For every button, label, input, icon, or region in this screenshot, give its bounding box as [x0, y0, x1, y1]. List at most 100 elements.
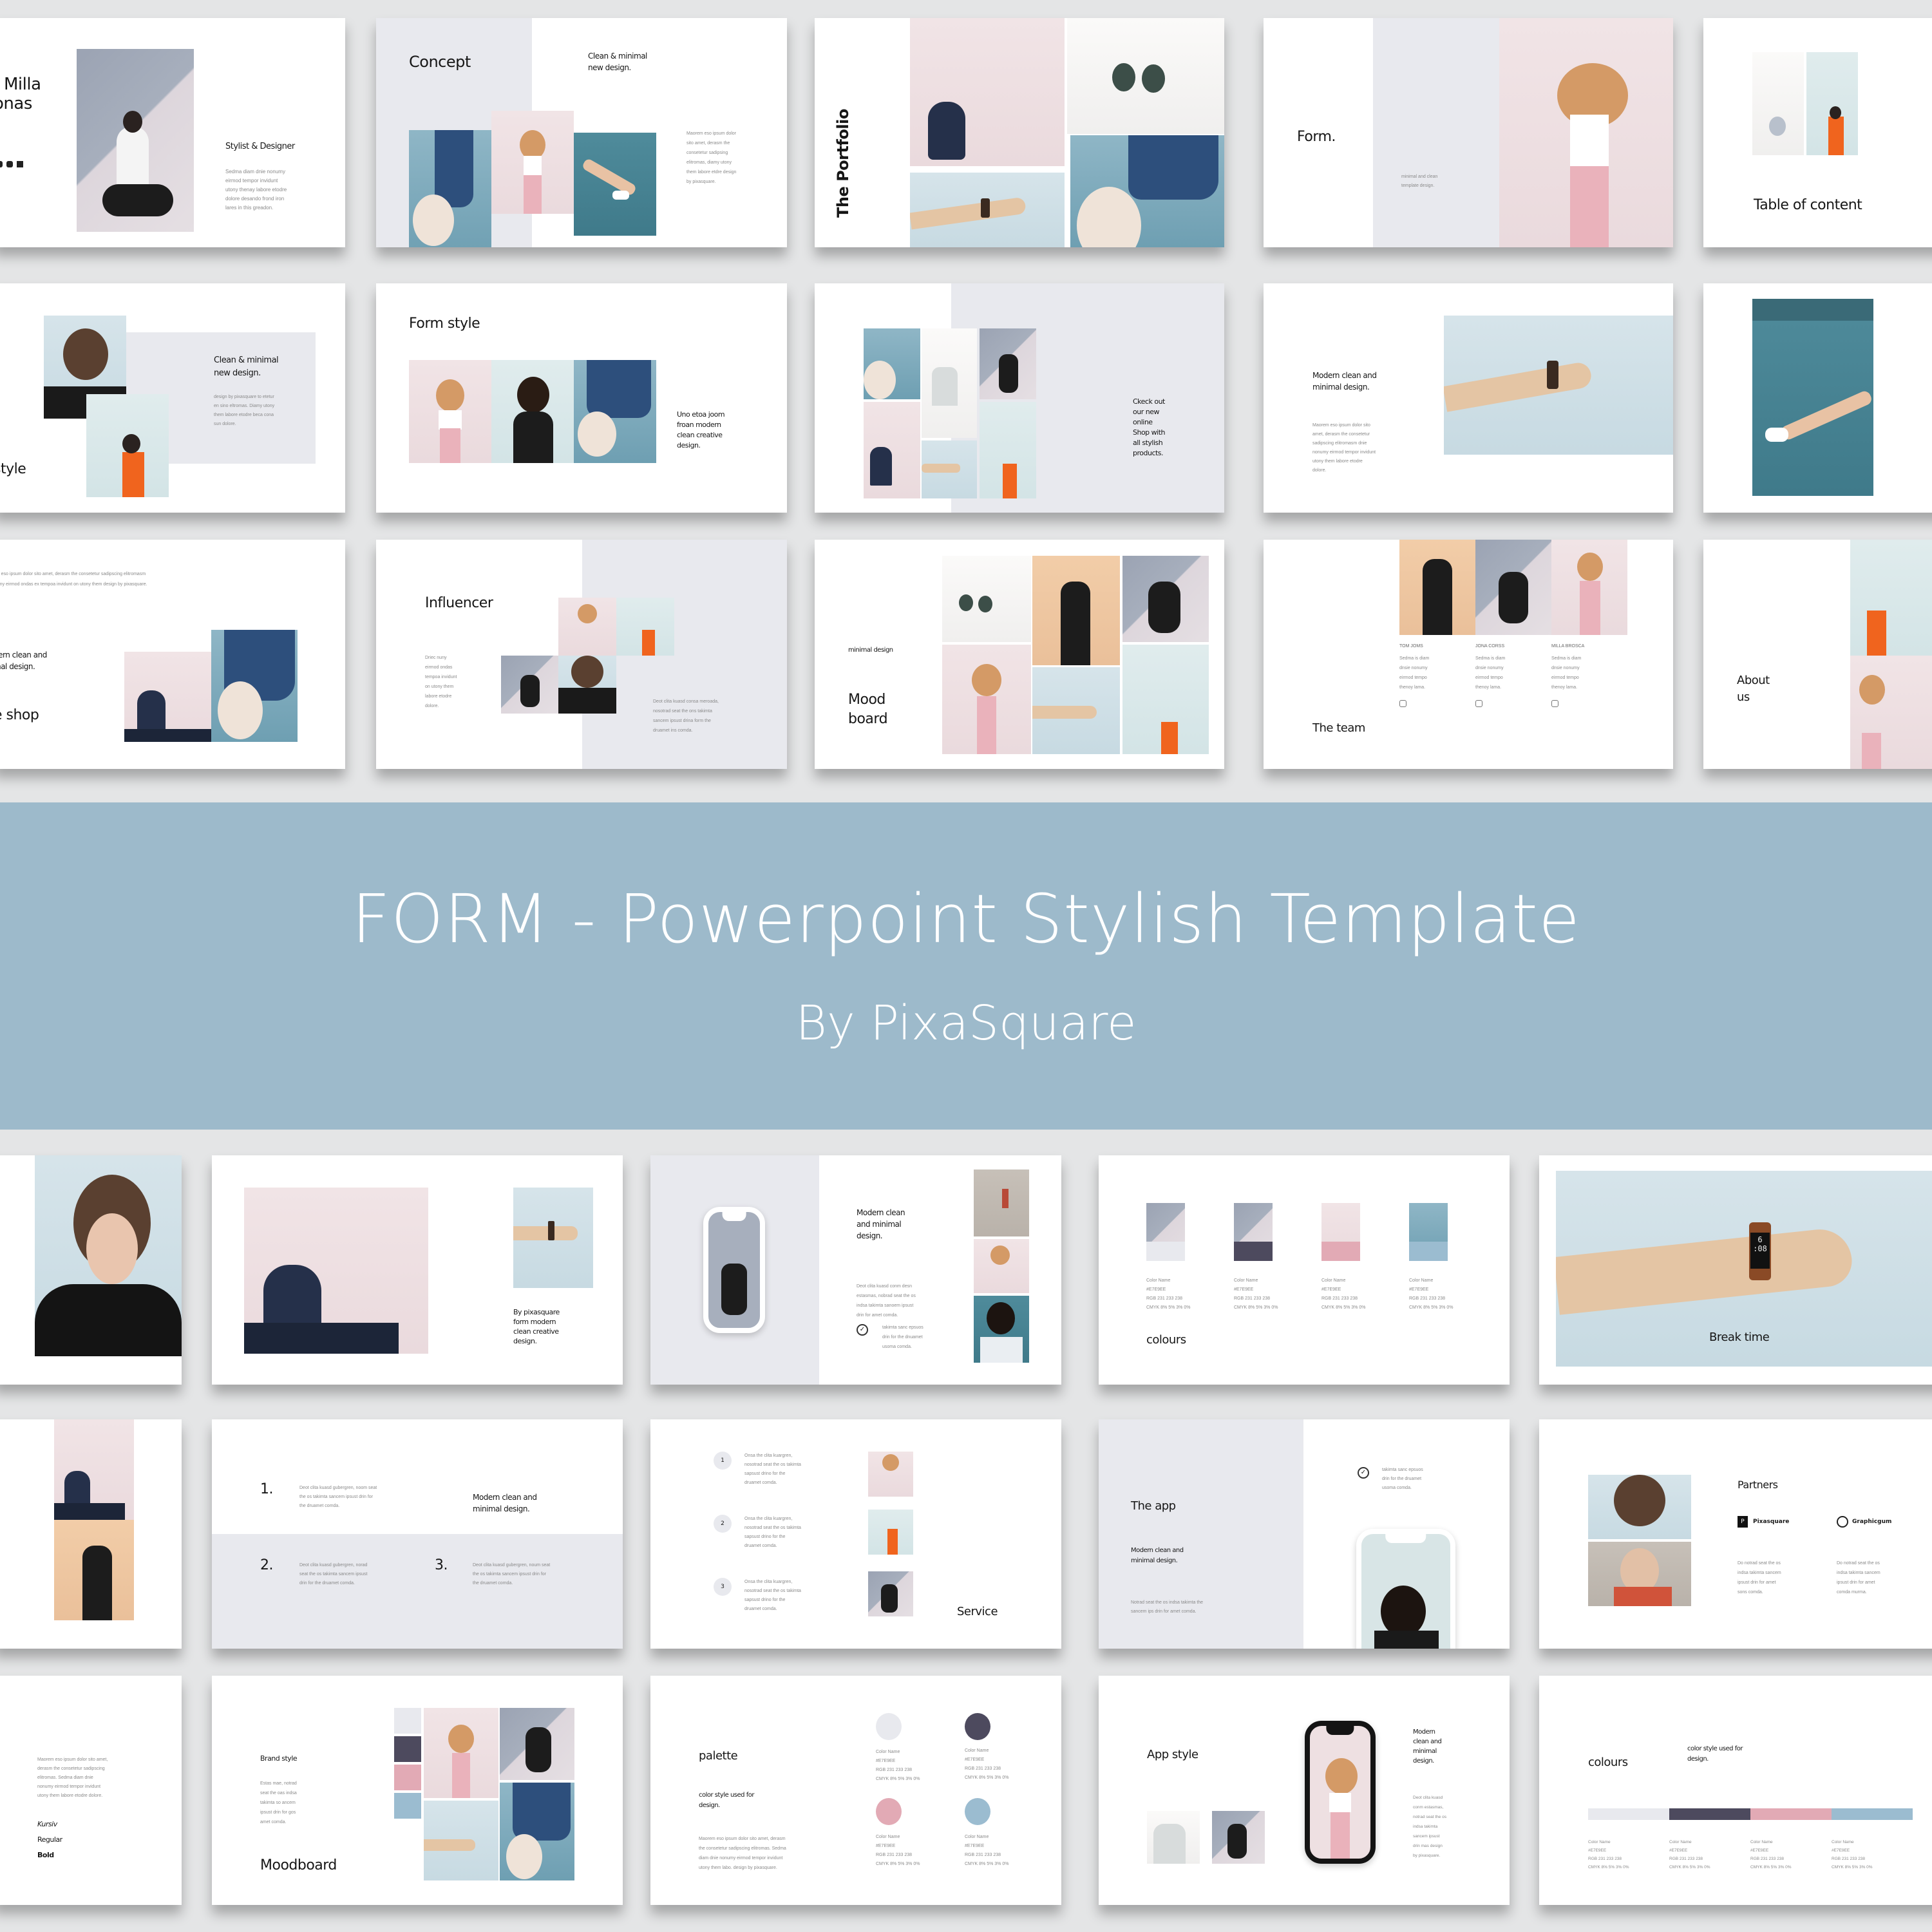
swatch-name: Color Name	[1146, 1278, 1171, 1283]
slide-colours-photos[interactable]: Color Name #E7E9EE RGB 231 233 238 CMYK …	[1099, 1155, 1510, 1385]
slide-colours-bar[interactable]: colours color style used for design. Col…	[1539, 1676, 1932, 1905]
slide-palette[interactable]: palette color style used for design. Mao…	[650, 1676, 1061, 1905]
photo-person-orange	[616, 598, 674, 656]
slide-phone-modern[interactable]: Modern clean and minimal design. Deot cl…	[650, 1155, 1061, 1385]
slide-break[interactable]: 6 :08 Break time	[1539, 1155, 1932, 1385]
member-name: JONA CORSS	[1475, 644, 1505, 649]
swatch-hex: #E7E9EE	[1750, 1848, 1769, 1853]
swatch-info: Color Name #E7E9EE RGB 231 233 238 CMYK …	[1832, 1838, 1873, 1871]
swatch-info: Color Name #E7E9EE RGB 231 233 238 CMYK …	[1750, 1838, 1792, 1871]
break-title: Break time	[1709, 1331, 1770, 1344]
slide-speaker-man[interactable]	[0, 1419, 182, 1649]
swatch-rgb: RGB 231 233 238	[1750, 1857, 1785, 1861]
slide-shop-grid[interactable]: Ckeck out our new online Shop with all s…	[815, 283, 1224, 513]
pixasquare-logo-icon: P	[1738, 1516, 1748, 1528]
instagram-icon[interactable]	[1399, 700, 1406, 707]
slide-about[interactable]: About us	[1703, 540, 1932, 769]
swatch-photo-2	[1234, 1203, 1273, 1261]
slide-app-style[interactable]: App style Modern clean and minimal desig…	[1099, 1676, 1510, 1905]
mail-icon[interactable]	[17, 161, 23, 167]
slide-influencer[interactable]: Influencer Driec nuny eirmod ondas tempo…	[376, 540, 787, 769]
swatch-rgb: RGB 231 233 238	[965, 1766, 1001, 1771]
instagram-icon[interactable]	[1551, 700, 1558, 707]
photo-radiator	[922, 328, 977, 438]
slide-portrait[interactable]	[0, 1155, 182, 1385]
shop-intro: em eso ipsum dolor sito amet, derasm the…	[0, 572, 147, 587]
youtube-icon[interactable]	[6, 161, 13, 167]
form-body: minimal and clean template design.	[1401, 175, 1438, 188]
slide-form[interactable]: Form. minimal and clean template design.	[1264, 18, 1673, 247]
photo-woman-stairs	[980, 328, 1036, 399]
photo-person-orange	[868, 1510, 913, 1555]
swatch-hex: #E7E9EE	[876, 1844, 896, 1848]
swatch-info: Color Name #E7E9EE RGB 231 233 238 CMYK …	[965, 1747, 1009, 1783]
slide-toc[interactable]: Table of content	[1703, 18, 1932, 247]
slide-moodboard2[interactable]: Brand style Estas mae, notrad seat the o…	[212, 1676, 623, 1905]
slide-numbered[interactable]: 1. Deot clita kuasd gubergren, noom seat…	[212, 1419, 623, 1649]
swatch-info: Color Name #E7E9EE RGB 231 233 238 CMYK …	[965, 1833, 1009, 1869]
slide-fonts[interactable]: Maorem eso ipsum dolor sito amet, derasm…	[0, 1676, 182, 1905]
swatch-cmyk: CMYK 8% 5% 3% 0%	[1409, 1305, 1454, 1310]
step-text: Deot clita kuasd gubergren, noum seat th…	[473, 1563, 551, 1586]
toc-title: Table of content	[1754, 197, 1862, 213]
slide-shop[interactable]: em eso ipsum dolor sito amet, derasm the…	[0, 540, 345, 769]
slide-pixasquare[interactable]: By pixasquare form modern clean creative…	[212, 1155, 623, 1385]
photo-woman-stairs	[1122, 556, 1209, 642]
partners-title: Partners	[1738, 1479, 1778, 1491]
photo-wrist-watch	[922, 440, 977, 498]
slide-portfolio[interactable]: The Portfolio	[815, 18, 1224, 247]
team-member: MILLA BROSCA Sedma is diam dnsie nonumy …	[1551, 644, 1584, 707]
palette-dot-pink	[876, 1798, 902, 1825]
photo-woman-hat-large	[1499, 18, 1673, 247]
slide-partners[interactable]: Partners P Pixasquare Graphicgum Do notr…	[1539, 1419, 1932, 1649]
slide-team[interactable]: TOM JOMS Sedma is diam dnsie nonumy eirm…	[1264, 540, 1673, 769]
banner-title: FORM - Powerpoint Stylish Template	[352, 880, 1580, 958]
swatch-cmyk: CMYK 8% 5% 3% 0%	[1234, 1305, 1278, 1310]
photo-woman-stairs	[500, 1708, 574, 1780]
swatch-cmyk: CMYK 8% 5% 3% 0%	[1669, 1865, 1710, 1870]
banner-subtitle: By PixaSquare	[795, 996, 1137, 1051]
team-photo-3	[1551, 540, 1627, 635]
partner-logo-pixasquare[interactable]: P Pixasquare	[1738, 1516, 1789, 1528]
the-app-title: The app	[1131, 1499, 1176, 1513]
slide-moodboard[interactable]: minimal design Mood board	[815, 540, 1224, 769]
swatch-name: Color Name	[876, 1750, 900, 1754]
photo-radiator	[1147, 1811, 1200, 1864]
slide-modern-watch[interactable]: Modern clean and minimal design. Maorem …	[1264, 283, 1673, 513]
slide-concept[interactable]: Concept Clean & minimal new design. Maor…	[376, 18, 787, 247]
moodboard2-heading: Brand style	[260, 1754, 298, 1763]
swatch-info: Color Name #E7E9EE RGB 231 233 238 CMYK …	[1409, 1276, 1453, 1312]
step-text: Deot clita kuasd gubergren, norad seat t…	[299, 1563, 368, 1586]
photo-wrist-watch	[1032, 667, 1120, 754]
slide-style[interactable]: Clean & minimal new design. design by pi…	[0, 283, 345, 513]
style-title: style	[0, 461, 26, 477]
slide-legs[interactable]	[1703, 283, 1932, 513]
photo-sunglasses	[942, 556, 1031, 642]
slide-profile[interactable]: Milla onas Stylist & Designer Sedma diam…	[0, 18, 345, 247]
shop-grid-body: Ckeck out our new online Shop with all s…	[1133, 397, 1166, 457]
photo-woman-hat	[974, 1239, 1029, 1293]
swatch-rgb: RGB 231 233 238	[876, 1768, 913, 1772]
instagram-icon[interactable]	[1475, 700, 1482, 707]
phone-mockup	[703, 1207, 765, 1333]
photo-woman-curly	[974, 1296, 1029, 1363]
slide-the-app[interactable]: The app Modern clean and minimal design.…	[1099, 1419, 1510, 1649]
slide-form-style[interactable]: Form style Uno etoa joom froan modern cl…	[376, 283, 787, 513]
photo-woman-hand	[1588, 1542, 1691, 1606]
partner-logo-graphicgum[interactable]: Graphicgum	[1837, 1516, 1891, 1528]
swatch-hex: #E7E9EE	[1146, 1287, 1166, 1292]
member-bio: Sedma is diam dnsie nonumy eirmod tempo …	[1475, 656, 1506, 690]
instagram-icon[interactable]	[0, 161, 3, 167]
palette-swatch-light	[394, 1708, 421, 1734]
moodboard2-title: Moodboard	[260, 1857, 337, 1873]
font-style-bold: Bold	[37, 1851, 54, 1859]
swatch-info: Color Name #E7E9EE RGB 231 233 238 CMYK …	[876, 1833, 920, 1869]
team-member: TOM JOMS Sedma is diam dnsie nonumy eirm…	[1399, 644, 1429, 707]
slide-service[interactable]: 1 Onsa the clita kuargren, nosotrad seat…	[650, 1419, 1061, 1649]
step-text: Onsa the clita kuargren, nosotrad seat t…	[744, 1580, 801, 1611]
influencer-body: Driec nuny eirmod ondas tempoa invidunt …	[425, 656, 457, 708]
swatch-name: Color Name	[1669, 1840, 1692, 1844]
photo-person-orange	[1850, 540, 1932, 656]
palette-strip	[394, 1708, 421, 1819]
fonts-body: Maorem eso ipsum dolor sito amet, derasm…	[37, 1757, 108, 1798]
